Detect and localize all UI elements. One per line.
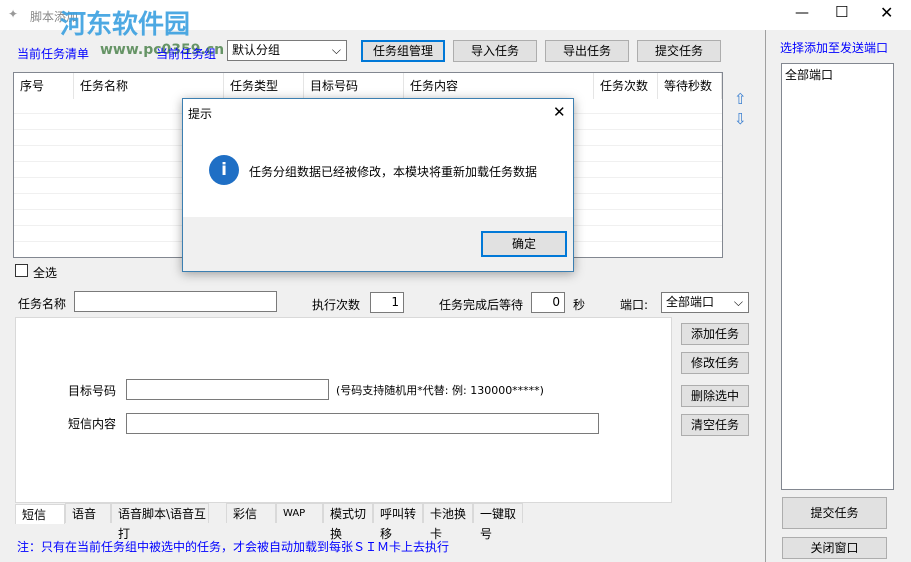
- app-icon: ✦: [8, 7, 19, 21]
- current-group-label: 当前任务组: [156, 47, 217, 61]
- group-select-value: 默认分组: [232, 43, 281, 57]
- tab-wap[interactable]: WAP: [276, 503, 323, 523]
- col-content[interactable]: 任务内容: [404, 73, 594, 99]
- port-select[interactable]: 全部端口 ⌵: [661, 292, 749, 313]
- port-item[interactable]: 全部端口: [782, 64, 893, 85]
- info-icon: i: [209, 155, 239, 185]
- tab-mms[interactable]: 彩信: [226, 503, 276, 523]
- col-wait[interactable]: 等待秒数: [658, 73, 722, 99]
- ok-button[interactable]: 确定: [481, 231, 567, 257]
- note-text: 注：只有在当前任务组中被选中的任务，才会被自动加载到每张ＳＩＭ卡上去执行: [17, 540, 450, 554]
- move-up-icon[interactable]: ⇧: [734, 90, 747, 108]
- tab-voice-script[interactable]: 语音脚本\语音互打: [111, 503, 209, 541]
- content-label: 短信内容: [68, 417, 117, 431]
- tab-voice[interactable]: 语音: [65, 503, 111, 523]
- port-select-value: 全部端口: [666, 295, 715, 309]
- group-manage-button[interactable]: 任务组管理: [361, 40, 445, 62]
- alert-dialog: 提示 ✕ i 任务分组数据已经被修改，本模块将重新加载任务数据 确定: [182, 98, 574, 272]
- dialog-message: 任务分组数据已经被修改，本模块将重新加载任务数据: [249, 165, 538, 179]
- right-submit-button[interactable]: 提交任务: [782, 497, 887, 529]
- group-select[interactable]: 默认分组 ⌵: [227, 40, 347, 61]
- close-window-button[interactable]: 关闭窗口: [782, 537, 887, 559]
- tab-mode-switch[interactable]: 模式切换: [323, 503, 373, 541]
- maximize-button[interactable]: ☐: [835, 3, 848, 21]
- target-hint: (号码支持随机用*代替: 例: 130000*****): [336, 384, 544, 397]
- clear-tasks-button[interactable]: 清空任务: [681, 414, 749, 436]
- col-type[interactable]: 任务类型: [224, 73, 304, 99]
- task-name-label: 任务名称: [18, 297, 67, 311]
- wait-input[interactable]: 0: [531, 292, 565, 313]
- target-input[interactable]: [126, 379, 329, 400]
- modify-task-button[interactable]: 修改任务: [681, 352, 749, 374]
- export-button[interactable]: 导出任务: [545, 40, 629, 62]
- title-bar: ✦ 脚本添加 河东软件园 — ☐ ✕: [0, 0, 911, 40]
- move-down-icon[interactable]: ⇩: [734, 110, 747, 128]
- tab-pool-card[interactable]: 卡池换卡: [423, 503, 473, 541]
- task-name-input[interactable]: [74, 291, 277, 312]
- select-all-label: 全选: [33, 266, 58, 280]
- close-button[interactable]: ✕: [880, 3, 893, 22]
- tab-get-number[interactable]: 一键取号: [473, 503, 523, 541]
- tab-sms[interactable]: 短信: [15, 504, 65, 524]
- seconds-label: 秒: [573, 298, 586, 312]
- wait-label: 任务完成后等待: [439, 298, 524, 312]
- watermark: 河东软件园: [60, 10, 191, 40]
- exec-count-label: 执行次数: [312, 298, 361, 312]
- col-target[interactable]: 目标号码: [304, 73, 404, 99]
- select-all-checkbox[interactable]: [15, 264, 28, 277]
- port-label: 端口:: [620, 298, 649, 312]
- port-list-title: 选择添加至发送端口: [780, 41, 889, 55]
- divider: [765, 30, 766, 562]
- col-name[interactable]: 任务名称: [74, 73, 224, 99]
- add-task-button[interactable]: 添加任务: [681, 323, 749, 345]
- port-list[interactable]: 全部端口: [781, 63, 894, 490]
- chevron-down-icon: ⌵: [733, 295, 743, 309]
- submit-task-button[interactable]: 提交任务: [637, 40, 721, 62]
- col-count[interactable]: 任务次数: [594, 73, 658, 99]
- tab-call-forward[interactable]: 呼叫转移: [373, 503, 423, 541]
- exec-count-input[interactable]: 1: [370, 292, 404, 313]
- content-input[interactable]: [126, 413, 599, 434]
- import-button[interactable]: 导入任务: [453, 40, 537, 62]
- current-list-label: 当前任务清单: [17, 47, 90, 61]
- delete-selected-button[interactable]: 删除选中: [681, 385, 749, 407]
- chevron-down-icon: ⌵: [331, 43, 341, 57]
- dialog-title: 提示: [188, 107, 213, 121]
- col-index[interactable]: 序号: [14, 73, 74, 99]
- minimize-button[interactable]: —: [795, 5, 809, 21]
- dialog-close-button[interactable]: ✕: [553, 103, 566, 121]
- target-label: 目标号码: [68, 384, 117, 398]
- sms-panel: 目标号码 (号码支持随机用*代替: 例: 130000*****) 短信内容: [15, 317, 672, 503]
